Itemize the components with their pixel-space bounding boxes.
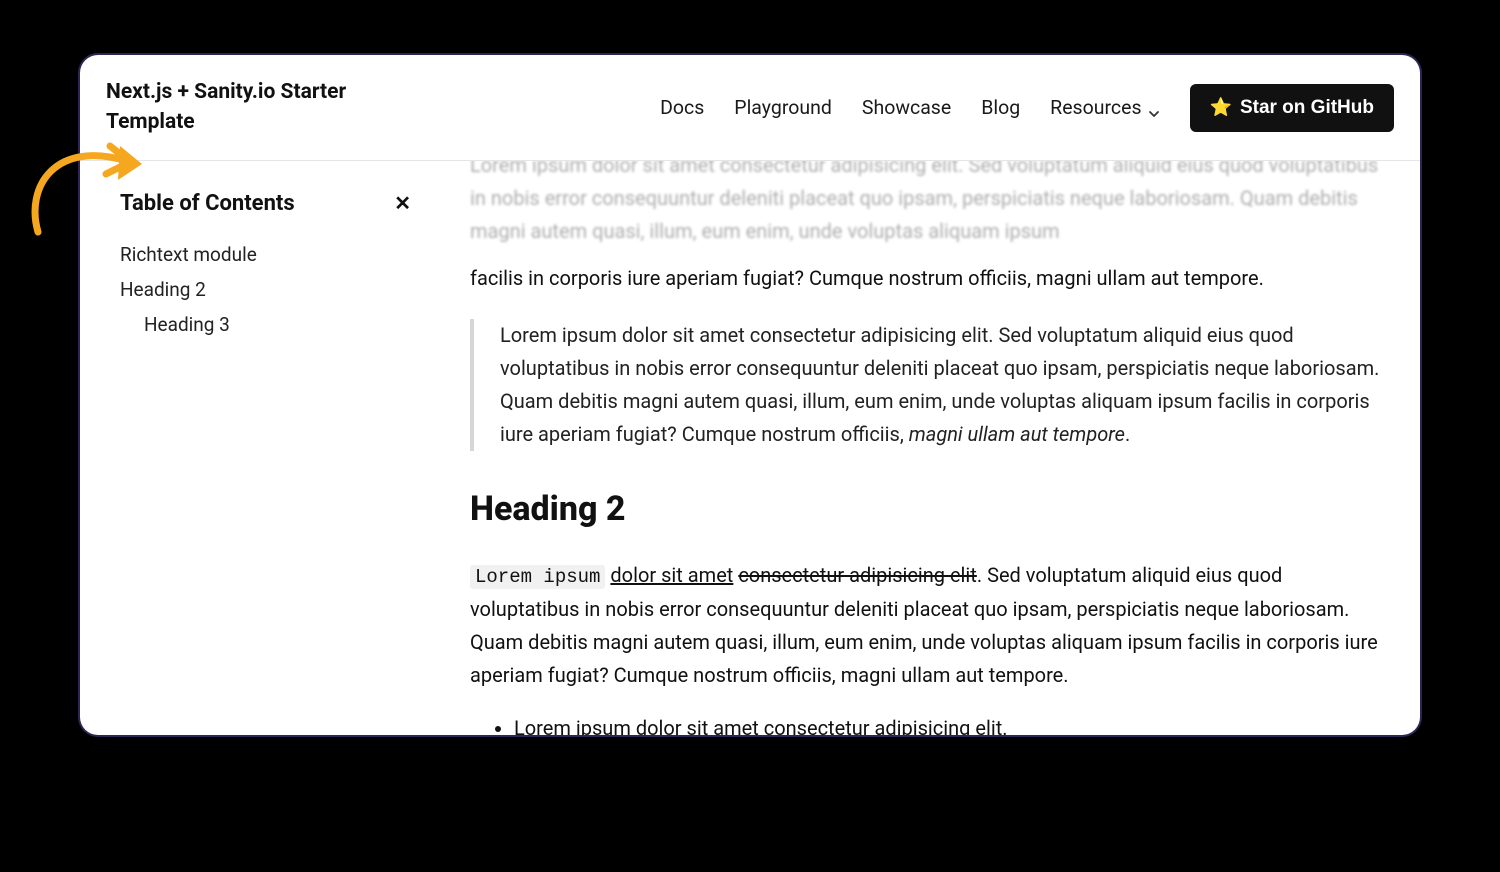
body-layout: Table of Contents ✕ Richtext module Head…: [80, 161, 1420, 735]
nav-resources[interactable]: Resources: [1050, 96, 1159, 119]
chevron-down-icon: [1148, 102, 1160, 114]
header: Next.js + Sanity.io Starter Template Doc…: [80, 55, 1420, 161]
site-title: Next.js + Sanity.io Starter Template: [106, 78, 366, 137]
toc-title: Table of Contents: [120, 191, 295, 216]
blockquote-period: .: [1125, 422, 1130, 446]
app-window: Next.js + Sanity.io Starter Template Doc…: [80, 55, 1420, 735]
toc-item-heading-3[interactable]: Heading 3: [120, 307, 415, 342]
toc-item-heading-2[interactable]: Heading 2: [120, 272, 415, 307]
heading-2: Heading 2: [470, 481, 1380, 537]
paragraph-2: Lorem ipsum dolor sit amet consectetur a…: [470, 559, 1380, 692]
nav-playground[interactable]: Playground: [734, 96, 832, 119]
star-icon: ⭐: [1210, 97, 1232, 118]
main-content: Lorem ipsum dolor sit amet consectetur a…: [440, 161, 1420, 735]
strikethrough-text: consectetur adipisicing elit: [738, 563, 977, 587]
bullet-list: Lorem ipsum dolor sit amet consectetur a…: [470, 712, 1380, 735]
paragraph-1-tail: facilis in corporis iure aperiam fugiat?…: [470, 262, 1380, 295]
sidebar: Table of Contents ✕ Richtext module Head…: [80, 161, 440, 735]
blockquote-text: Lorem ipsum dolor sit amet consectetur a…: [500, 319, 1380, 451]
close-icon[interactable]: ✕: [390, 187, 415, 219]
nav-docs[interactable]: Docs: [660, 96, 704, 119]
star-github-button[interactable]: ⭐ Star on GitHub: [1190, 84, 1394, 132]
code-span: Lorem ipsum: [470, 565, 605, 589]
nav-resources-label: Resources: [1050, 96, 1141, 119]
nav-blog[interactable]: Blog: [981, 96, 1020, 119]
list-item: Lorem ipsum dolor sit amet consectetur a…: [514, 712, 1380, 735]
github-button-label: Star on GitHub: [1240, 97, 1374, 119]
toc-header: Table of Contents ✕: [120, 187, 415, 219]
toc-item-richtext-module[interactable]: Richtext module: [120, 237, 415, 272]
paragraph-faded-cutoff: Lorem ipsum dolor sit amet consectetur a…: [470, 161, 1380, 248]
main-nav: Docs Playground Showcase Blog Resources …: [660, 84, 1394, 132]
blockquote-italic: magni ullam aut tempore: [909, 422, 1125, 446]
blockquote: Lorem ipsum dolor sit amet consectetur a…: [470, 319, 1380, 451]
nav-showcase[interactable]: Showcase: [862, 96, 951, 119]
toc-list: Richtext module Heading 2 Heading 3: [120, 237, 415, 342]
underline-text: dolor sit amet: [610, 563, 733, 587]
